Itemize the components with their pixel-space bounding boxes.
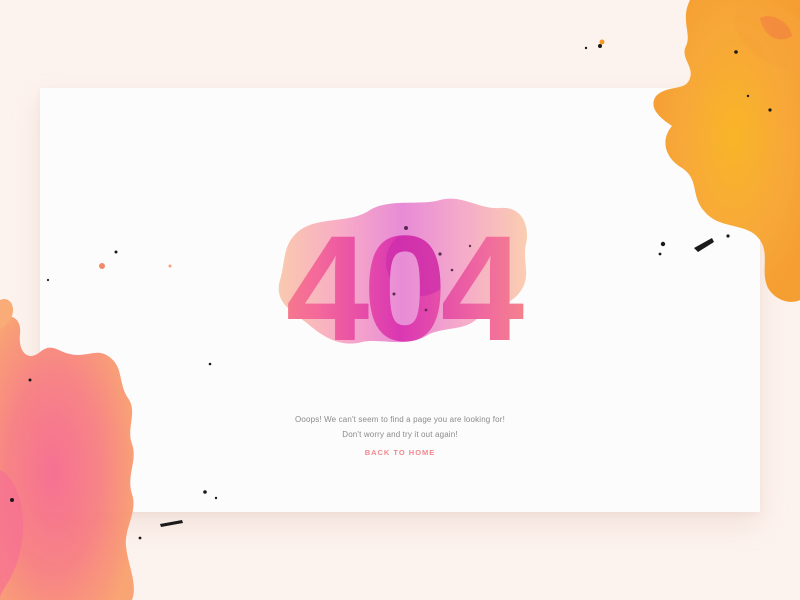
error-message-line-2: Don't worry and try it out again! (342, 430, 458, 439)
error-message: Ooops! We can't seem to find a page you … (40, 412, 760, 442)
error-404-illustration: 404 404 (230, 180, 570, 360)
back-to-home-link[interactable]: BACK TO HOME (340, 446, 460, 460)
page: 404 404 Ooops! We can't seem to find a p… (0, 0, 800, 600)
error-code-text: 404 (286, 204, 524, 360)
error-message-line-1: Ooops! We can't seem to find a page you … (295, 415, 505, 424)
